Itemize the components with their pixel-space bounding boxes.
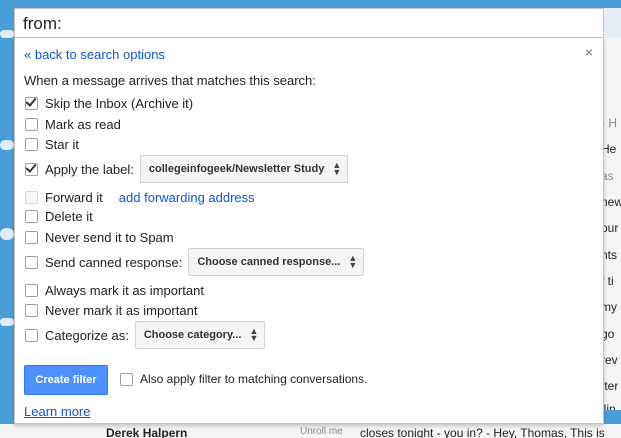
canned-response-label: Send canned response:	[45, 254, 183, 270]
add-forwarding-address-link[interactable]: add forwarding address	[119, 190, 255, 205]
never-spam-checkbox[interactable]	[25, 230, 38, 244]
canned-response-select[interactable]: Choose canned response... ▲ ▼	[188, 248, 365, 276]
canned-response-checkbox[interactable]	[25, 255, 38, 269]
option-star[interactable]: Star it	[25, 135, 79, 153]
search-bar[interactable]: from:	[14, 8, 604, 38]
never-spam-label: Never send it to Spam	[45, 229, 174, 245]
star-label: Star it	[45, 136, 79, 152]
background-mail-row: Derek Halpern Unroll me closes tonight -…	[0, 424, 621, 438]
close-icon[interactable]: ×	[585, 44, 593, 60]
always-important-checkbox[interactable]	[25, 283, 38, 297]
option-categorize[interactable]: Categorize as: Choose category... ▲ ▼	[25, 321, 266, 349]
option-never-important[interactable]: Never mark it as important	[25, 301, 197, 319]
background-cloud	[0, 228, 14, 240]
select-arrows-icon: ▲ ▼	[249, 326, 259, 343]
star-checkbox[interactable]	[25, 137, 38, 151]
skip-inbox-checkbox[interactable]	[25, 96, 38, 110]
label-select[interactable]: collegeinfogeek/Newsletter Study ▲ ▼	[139, 155, 349, 183]
option-never-spam[interactable]: Never send it to Spam	[25, 228, 174, 246]
option-always-important[interactable]: Always mark it as important	[25, 281, 204, 299]
create-filter-panel: « back to search options × When a messag…	[14, 38, 604, 424]
apply-label-checkbox[interactable]	[25, 162, 38, 176]
option-skip-inbox[interactable]: Skip the Inbox (Archive it)	[25, 94, 193, 112]
category-select[interactable]: Choose category... ▲ ▼	[134, 321, 266, 349]
option-apply-label[interactable]: Apply the label: collegeinfogeek/Newslet…	[25, 155, 349, 183]
search-query[interactable]: from:	[23, 14, 62, 34]
select-arrows-icon: ▲ ▼	[348, 253, 358, 270]
background-header-area	[604, 8, 621, 38]
never-important-checkbox[interactable]	[25, 303, 38, 317]
skip-inbox-label: Skip the Inbox (Archive it)	[45, 95, 194, 111]
delete-checkbox[interactable]	[25, 209, 38, 223]
option-canned-response[interactable]: Send canned response: Choose canned resp…	[25, 248, 365, 276]
background-cloud	[0, 30, 14, 38]
option-mark-read[interactable]: Mark as read	[25, 115, 121, 133]
mail-label: Unroll me	[300, 426, 343, 437]
mail-sender: Derek Halpern	[106, 426, 188, 438]
also-apply-label: Also apply filter to matching conversati…	[140, 372, 368, 386]
never-important-label: Never mark it as important	[45, 302, 198, 318]
back-to-search-options-link[interactable]: « back to search options	[24, 47, 165, 62]
forward-label: Forward it	[45, 189, 103, 205]
categorize-checkbox[interactable]	[25, 328, 38, 342]
mark-read-label: Mark as read	[45, 116, 121, 132]
option-delete[interactable]: Delete it	[25, 207, 93, 225]
mail-fragment: new	[601, 195, 621, 209]
also-apply-checkbox[interactable]	[120, 372, 133, 386]
forward-checkbox[interactable]	[25, 190, 38, 204]
categorize-label: Categorize as:	[45, 327, 129, 343]
mail-subject: closes tonight - you in? - Hey, Thomas, …	[360, 426, 605, 438]
create-filter-button[interactable]: Create filter	[24, 365, 108, 395]
label-select-value: collegeinfogeek/Newsletter Study	[148, 163, 325, 175]
background-cloud	[0, 140, 14, 150]
select-arrows-icon: ▲ ▼	[332, 160, 342, 177]
canned-response-select-value: Choose canned response...	[197, 256, 341, 268]
filter-intro-text: When a message arrives that matches this…	[24, 73, 316, 88]
option-forward[interactable]: Forward it add forwarding address	[25, 188, 255, 206]
delete-label: Delete it	[45, 208, 93, 224]
background-cloud	[0, 318, 14, 326]
apply-label-label: Apply the label:	[45, 161, 134, 177]
always-important-label: Always mark it as important	[45, 282, 204, 298]
learn-more-link[interactable]: Learn more	[24, 404, 90, 419]
mark-read-checkbox[interactable]	[25, 117, 38, 131]
also-apply-option[interactable]: Also apply filter to matching conversati…	[120, 370, 367, 388]
category-select-value: Choose category...	[143, 329, 242, 341]
